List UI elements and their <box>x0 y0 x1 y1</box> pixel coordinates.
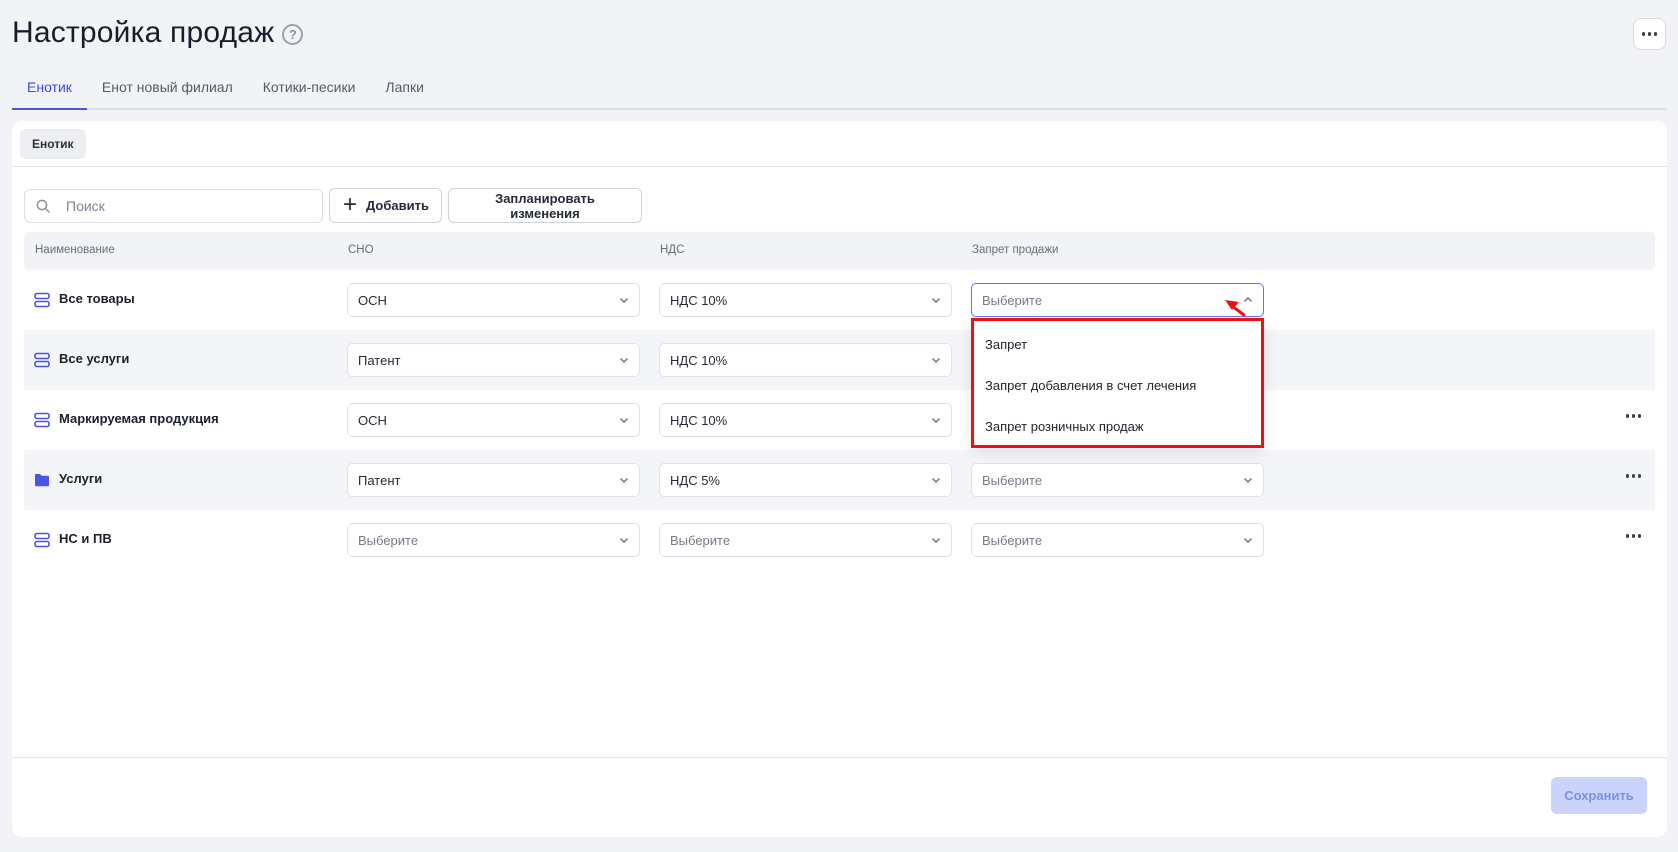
col-header-sale-ban: Запрет продажи <box>972 244 1059 256</box>
chevron-down-icon <box>620 418 628 423</box>
select-value: НДС 10% <box>670 353 728 368</box>
stack-icon <box>34 412 50 428</box>
chevron-down-icon <box>620 358 628 363</box>
add-button[interactable]: + Добавить <box>329 188 442 223</box>
chevron-down-icon <box>932 358 940 363</box>
select-value: ОСН <box>358 413 387 428</box>
sale-ban-select[interactable]: Выберите <box>971 463 1264 497</box>
sale-ban-dropdown: Запрет Запрет добавления в счет лечения … <box>971 318 1264 448</box>
row-more-button[interactable] <box>1625 414 1641 418</box>
card-divider <box>12 166 1667 167</box>
dropdown-option[interactable]: Запрет <box>974 323 1261 364</box>
select-value: НДС 5% <box>670 473 720 488</box>
settings-card: Енотик + Добавить Запланировать изменени… <box>12 121 1667 837</box>
annotation-arrow-icon <box>1225 300 1246 317</box>
select-value: Патент <box>358 473 401 488</box>
chevron-down-icon <box>620 478 628 483</box>
select-value: ОСН <box>358 293 387 308</box>
sno-select[interactable]: ОСН <box>347 283 640 317</box>
search-input[interactable] <box>66 198 286 214</box>
row-name: Все услуги <box>59 351 130 366</box>
tab-enot-new-branch[interactable]: Енот новый филиал <box>87 70 248 110</box>
table-row: Все услуги Патент НДС 10% <box>24 330 1655 390</box>
nds-select[interactable]: НДС 10% <box>659 283 952 317</box>
table-row: НС и ПВ Выберите Выберите Выберите <box>24 510 1655 570</box>
select-value: НДС 10% <box>670 293 728 308</box>
table-row: Все товары ОСН НДС 10% Выберите <box>24 270 1655 330</box>
table-header: Наименование СНО НДС Запрет продажи <box>24 232 1655 270</box>
row-name: Все товары <box>59 291 135 306</box>
select-value: Выберите <box>982 533 1043 548</box>
chevron-down-icon <box>932 538 940 543</box>
help-icon[interactable]: ? <box>282 23 304 45</box>
ellipsis-icon <box>1625 474 1641 478</box>
chevron-down-icon <box>1244 478 1252 483</box>
row-name: Маркируемая продукция <box>59 411 219 426</box>
sno-select[interactable]: Патент <box>347 343 640 377</box>
tab-lapki[interactable]: Лапки <box>370 70 439 110</box>
select-value: Патент <box>358 353 401 368</box>
chevron-down-icon <box>620 298 628 303</box>
sale-ban-select[interactable]: Выберите <box>971 523 1264 557</box>
sno-select[interactable]: ОСН <box>347 403 640 437</box>
save-button[interactable]: Сохранить <box>1551 777 1647 814</box>
nds-select[interactable]: Выберите <box>659 523 952 557</box>
chevron-down-icon <box>1244 538 1252 543</box>
col-header-name: Наименование <box>35 244 115 256</box>
chevron-down-icon <box>932 418 940 423</box>
select-value: Выберите <box>982 293 1043 308</box>
table-row: Услуги Патент НДС 5% Выберите <box>24 450 1655 510</box>
tab-kotiki-pesiki[interactable]: Котики-песики <box>248 70 371 110</box>
stack-icon <box>34 292 50 308</box>
nds-select[interactable]: НДС 10% <box>659 403 952 437</box>
row-name: НС и ПВ <box>59 531 112 546</box>
dropdown-option[interactable]: Запрет розничных продаж <box>974 405 1261 446</box>
footer-divider <box>12 757 1667 758</box>
col-header-sno: СНО <box>348 244 374 256</box>
ellipsis-icon <box>1641 32 1658 36</box>
folder-icon <box>35 474 49 487</box>
row-more-button[interactable] <box>1625 534 1641 538</box>
stack-icon <box>34 352 50 368</box>
branch-tabs: Енотик Енот новый филиал Котики-песики Л… <box>12 70 1667 110</box>
dropdown-option[interactable]: Запрет добавления в счет лечения <box>974 364 1261 405</box>
chevron-down-icon <box>932 478 940 483</box>
add-button-label: Добавить <box>366 198 429 213</box>
sno-select[interactable]: Патент <box>347 463 640 497</box>
table-row: Маркируемая продукция ОСН НДС 10% <box>24 390 1655 450</box>
sale-ban-select[interactable]: Выберите <box>971 283 1264 317</box>
page-title-text: Настройка продаж <box>12 16 275 49</box>
select-value: НДС 10% <box>670 413 728 428</box>
branch-chip[interactable]: Енотик <box>20 129 86 159</box>
ellipsis-icon <box>1625 414 1641 418</box>
page-title: Настройка продаж ? <box>12 16 304 50</box>
select-value: Выберите <box>982 473 1043 488</box>
nds-select[interactable]: НДС 5% <box>659 463 952 497</box>
schedule-changes-button[interactable]: Запланировать изменения <box>448 188 642 223</box>
nds-select[interactable]: НДС 10% <box>659 343 952 377</box>
chevron-down-icon <box>932 298 940 303</box>
plus-icon: + <box>343 190 358 218</box>
row-name: Услуги <box>59 471 103 486</box>
stack-icon <box>34 532 50 548</box>
sno-select[interactable]: Выберите <box>347 523 640 557</box>
col-header-nds: НДС <box>660 244 685 256</box>
select-value: Выберите <box>670 533 731 548</box>
search-box[interactable] <box>24 189 323 223</box>
tab-enotik[interactable]: Енотик <box>12 70 87 110</box>
ellipsis-icon <box>1625 534 1641 538</box>
search-icon <box>36 199 50 213</box>
select-value: Выберите <box>358 533 419 548</box>
row-more-button[interactable] <box>1625 474 1641 478</box>
chevron-down-icon <box>620 538 628 543</box>
page-more-button[interactable] <box>1633 18 1666 50</box>
